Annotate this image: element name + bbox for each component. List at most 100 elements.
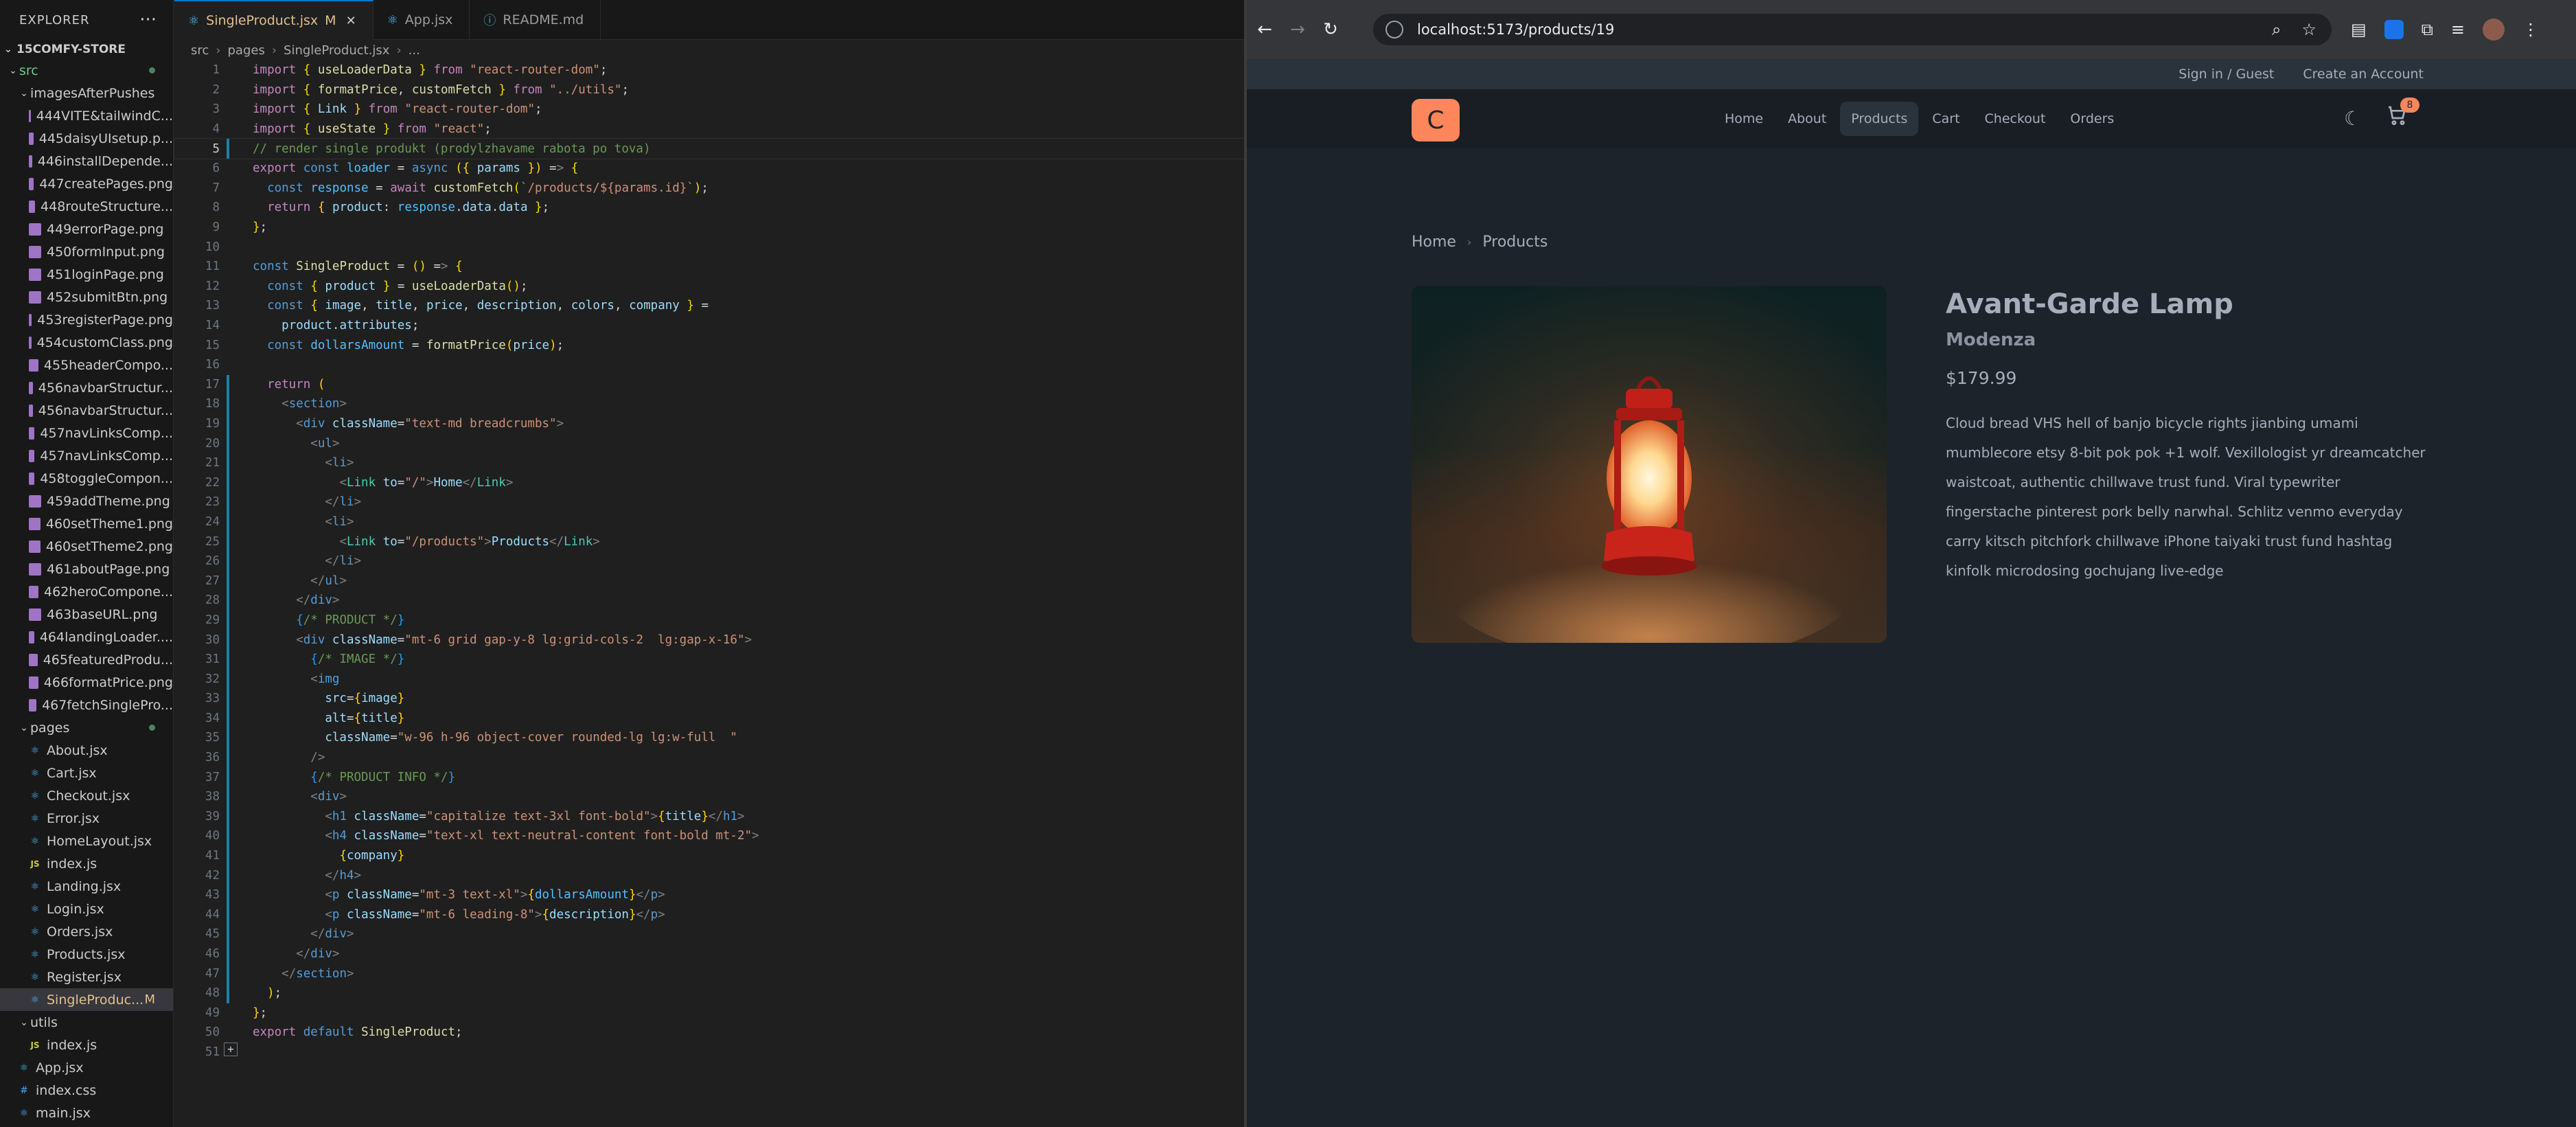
code-line[interactable]: 49}; <box>174 1003 1244 1023</box>
reading-list-icon[interactable]: ▤ <box>2351 20 2367 39</box>
file-item[interactable]: 454customClass.png <box>0 331 173 354</box>
file-item[interactable]: 459addTheme.png <box>0 490 173 512</box>
file-item[interactable]: 461aboutPage.png <box>0 558 173 580</box>
code-line[interactable]: 17 return ( <box>174 374 1244 395</box>
code-line[interactable]: 13 const { image, title, price, descript… <box>174 296 1244 316</box>
file-item[interactable]: ⚛ App.jsx <box>0 1056 173 1079</box>
code-line[interactable]: 38 <div> <box>174 786 1244 807</box>
code-line[interactable]: 25 <Link to="/products">Products</Link> <box>174 532 1244 551</box>
code-line[interactable]: 45 </div> <box>174 924 1244 944</box>
file-item[interactable]: 444VITE&tailwindC... <box>0 104 173 127</box>
breadcrumb-products[interactable]: Products <box>1482 234 1548 251</box>
code-line[interactable]: 5 // render single produkt (prodylzhavame… <box>174 138 1245 159</box>
file-item[interactable]: JS index.js <box>0 1034 173 1056</box>
back-icon[interactable]: ← <box>1250 14 1280 45</box>
file-item[interactable]: ⚛ Login.jsx <box>0 898 173 920</box>
file-item[interactable]: 450formInput.png <box>0 240 173 263</box>
forward-icon[interactable]: → <box>1283 14 1313 45</box>
site-logo[interactable]: C <box>1412 99 1460 141</box>
code-line[interactable]: 14 product.attributes; <box>174 316 1244 336</box>
code-line[interactable]: 46 </div> <box>174 944 1244 964</box>
code-line[interactable]: 7 const response = await customFetch(`/p… <box>174 179 1244 198</box>
file-item[interactable]: 458toggleCompon... <box>0 467 173 490</box>
file-item[interactable]: 445daisyUIsetup.p... <box>0 127 173 150</box>
folder-item[interactable]: ⌄ src <box>0 59 173 82</box>
code-line[interactable]: 41 {company} <box>174 845 1244 866</box>
code-line[interactable]: 32 <img <box>174 669 1244 689</box>
moon-icon[interactable]: ☾ <box>2344 107 2361 130</box>
media-controls-icon[interactable]: ≡ <box>2451 20 2465 39</box>
file-item[interactable]: 449errorPage.png <box>0 218 173 240</box>
folder-item[interactable]: ⌄ pages <box>0 716 173 739</box>
file-item[interactable]: ⚛ Products.jsx <box>0 943 173 966</box>
code-line[interactable]: 21 <li> <box>174 453 1244 473</box>
file-item[interactable]: ⚛ Cart.jsx <box>0 762 173 784</box>
nav-link-home[interactable]: Home <box>1714 102 1774 136</box>
zoom-icon[interactable]: ⌕ <box>2272 20 2281 39</box>
code-line[interactable]: 50 export default SingleProduct; <box>174 1023 1244 1043</box>
code-line[interactable]: 40 <h4 className="text-xl text-neutral-c… <box>174 826 1244 846</box>
code-line[interactable]: 39 <h1 className="capitalize text-3xl fo… <box>174 806 1244 827</box>
breadcrumb-segment[interactable]: pages <box>227 43 264 58</box>
code-line[interactable]: 30 <div className="mt-6 grid gap-y-8 lg:… <box>174 630 1244 650</box>
nav-link-orders[interactable]: Orders <box>2059 102 2125 136</box>
code-line[interactable]: 51 + <box>174 1042 1244 1062</box>
file-item[interactable]: 453registerPage.png <box>0 308 173 331</box>
code-line[interactable]: 29 {/* PRODUCT */} <box>174 610 1244 630</box>
file-item[interactable]: 447createPages.png <box>0 172 173 195</box>
folder-item[interactable]: ⌄ utils <box>0 1011 173 1034</box>
file-item[interactable]: 457navLinksComp... <box>0 422 173 444</box>
editor-tab[interactable]: ⚛ SingleProduct.jsx M ✕ <box>174 0 373 40</box>
breadcrumb-segment[interactable]: ... <box>409 43 420 58</box>
code-line[interactable]: 44 <p className="mt-6 leading-8">{descri… <box>174 904 1244 925</box>
code-line[interactable]: 12 const { product } = useLoaderData(); <box>174 277 1244 297</box>
file-item[interactable]: 464landingLoader.... <box>0 626 173 648</box>
code-line[interactable]: 24 <li> <box>174 512 1244 532</box>
profile-avatar[interactable] <box>2482 19 2505 41</box>
file-item[interactable]: 467fetchSinglePro... <box>0 694 173 716</box>
file-item[interactable]: 457navLinksComp... <box>0 444 173 467</box>
editor-tab[interactable]: ⓘ README.md <box>470 0 601 40</box>
code-line[interactable]: 42 </h4> <box>174 865 1244 885</box>
code-line[interactable]: 19 <div className="text-md breadcrumbs"> <box>174 413 1244 434</box>
code-line[interactable]: 22 <Link to="/">Home</Link> <box>174 473 1244 492</box>
folder-item[interactable]: ⌄ imagesAfterPushes <box>0 82 173 104</box>
code-line[interactable]: 33 src={image} <box>174 689 1244 709</box>
file-item[interactable]: JS index.js <box>0 852 173 875</box>
code-line[interactable]: 8 return { product: response.data.data }… <box>174 198 1244 218</box>
extension-icon[interactable] <box>2384 20 2404 39</box>
file-item[interactable]: 452submitBtn.png <box>0 286 173 308</box>
code-line[interactable]: 10 <box>174 237 1244 257</box>
file-item[interactable]: ⚛ About.jsx <box>0 739 173 762</box>
bookmark-star-icon[interactable]: ☆ <box>2301 20 2316 39</box>
file-item[interactable]: 460setTheme2.png <box>0 535 173 558</box>
code-line[interactable]: 16 <box>174 355 1244 375</box>
site-info-icon[interactable] <box>1385 21 1403 38</box>
code-editor[interactable]: 1 import { useLoaderData } from "react-ro… <box>174 60 1245 1127</box>
nav-link-products[interactable]: Products <box>1840 102 1919 136</box>
code-line[interactable]: 6 export const loader = async ({ params }… <box>174 159 1244 179</box>
code-line[interactable]: 15 const dollarsAmount = formatPrice(pri… <box>174 335 1244 355</box>
file-item[interactable]: 465featuredProdu... <box>0 648 173 671</box>
menu-kebab-icon[interactable]: ⋮ <box>2522 20 2539 39</box>
create-account-link[interactable]: Create an Account <box>2303 67 2424 82</box>
file-item[interactable]: 466formatPrice.png <box>0 671 173 694</box>
code-line[interactable]: 9}; <box>174 218 1244 238</box>
extensions-puzzle-icon[interactable]: ⧉ <box>2422 20 2433 39</box>
code-line[interactable]: 18 <section> <box>174 394 1244 414</box>
code-line[interactable]: 48 ); <box>174 983 1244 1003</box>
file-item[interactable]: ⚛ HomeLayout.jsx <box>0 830 173 852</box>
reload-icon[interactable]: ↻ <box>1315 14 1346 45</box>
code-line[interactable]: 37 {/* PRODUCT INFO */} <box>174 767 1244 787</box>
file-item[interactable]: 463baseURL.png <box>0 603 173 626</box>
file-item[interactable]: 456navbarStructur... <box>0 376 173 399</box>
nav-link-cart[interactable]: Cart <box>1921 102 1970 136</box>
code-line[interactable]: 31 {/* IMAGE */} <box>174 649 1244 670</box>
code-line[interactable]: 11 const SingleProduct = () => { <box>174 257 1244 277</box>
file-item[interactable]: 451loginPage.png <box>0 263 173 286</box>
code-line[interactable]: 43 <p className="mt-3 text-xl">{dollarsA… <box>174 885 1244 905</box>
more-actions-icon[interactable]: ··· <box>139 10 157 30</box>
project-root[interactable]: ⌄ 15COMFY-STORE <box>0 40 173 59</box>
file-item[interactable]: 456navbarStructur... <box>0 399 173 422</box>
file-item[interactable]: 448routeStructure... <box>0 195 173 218</box>
